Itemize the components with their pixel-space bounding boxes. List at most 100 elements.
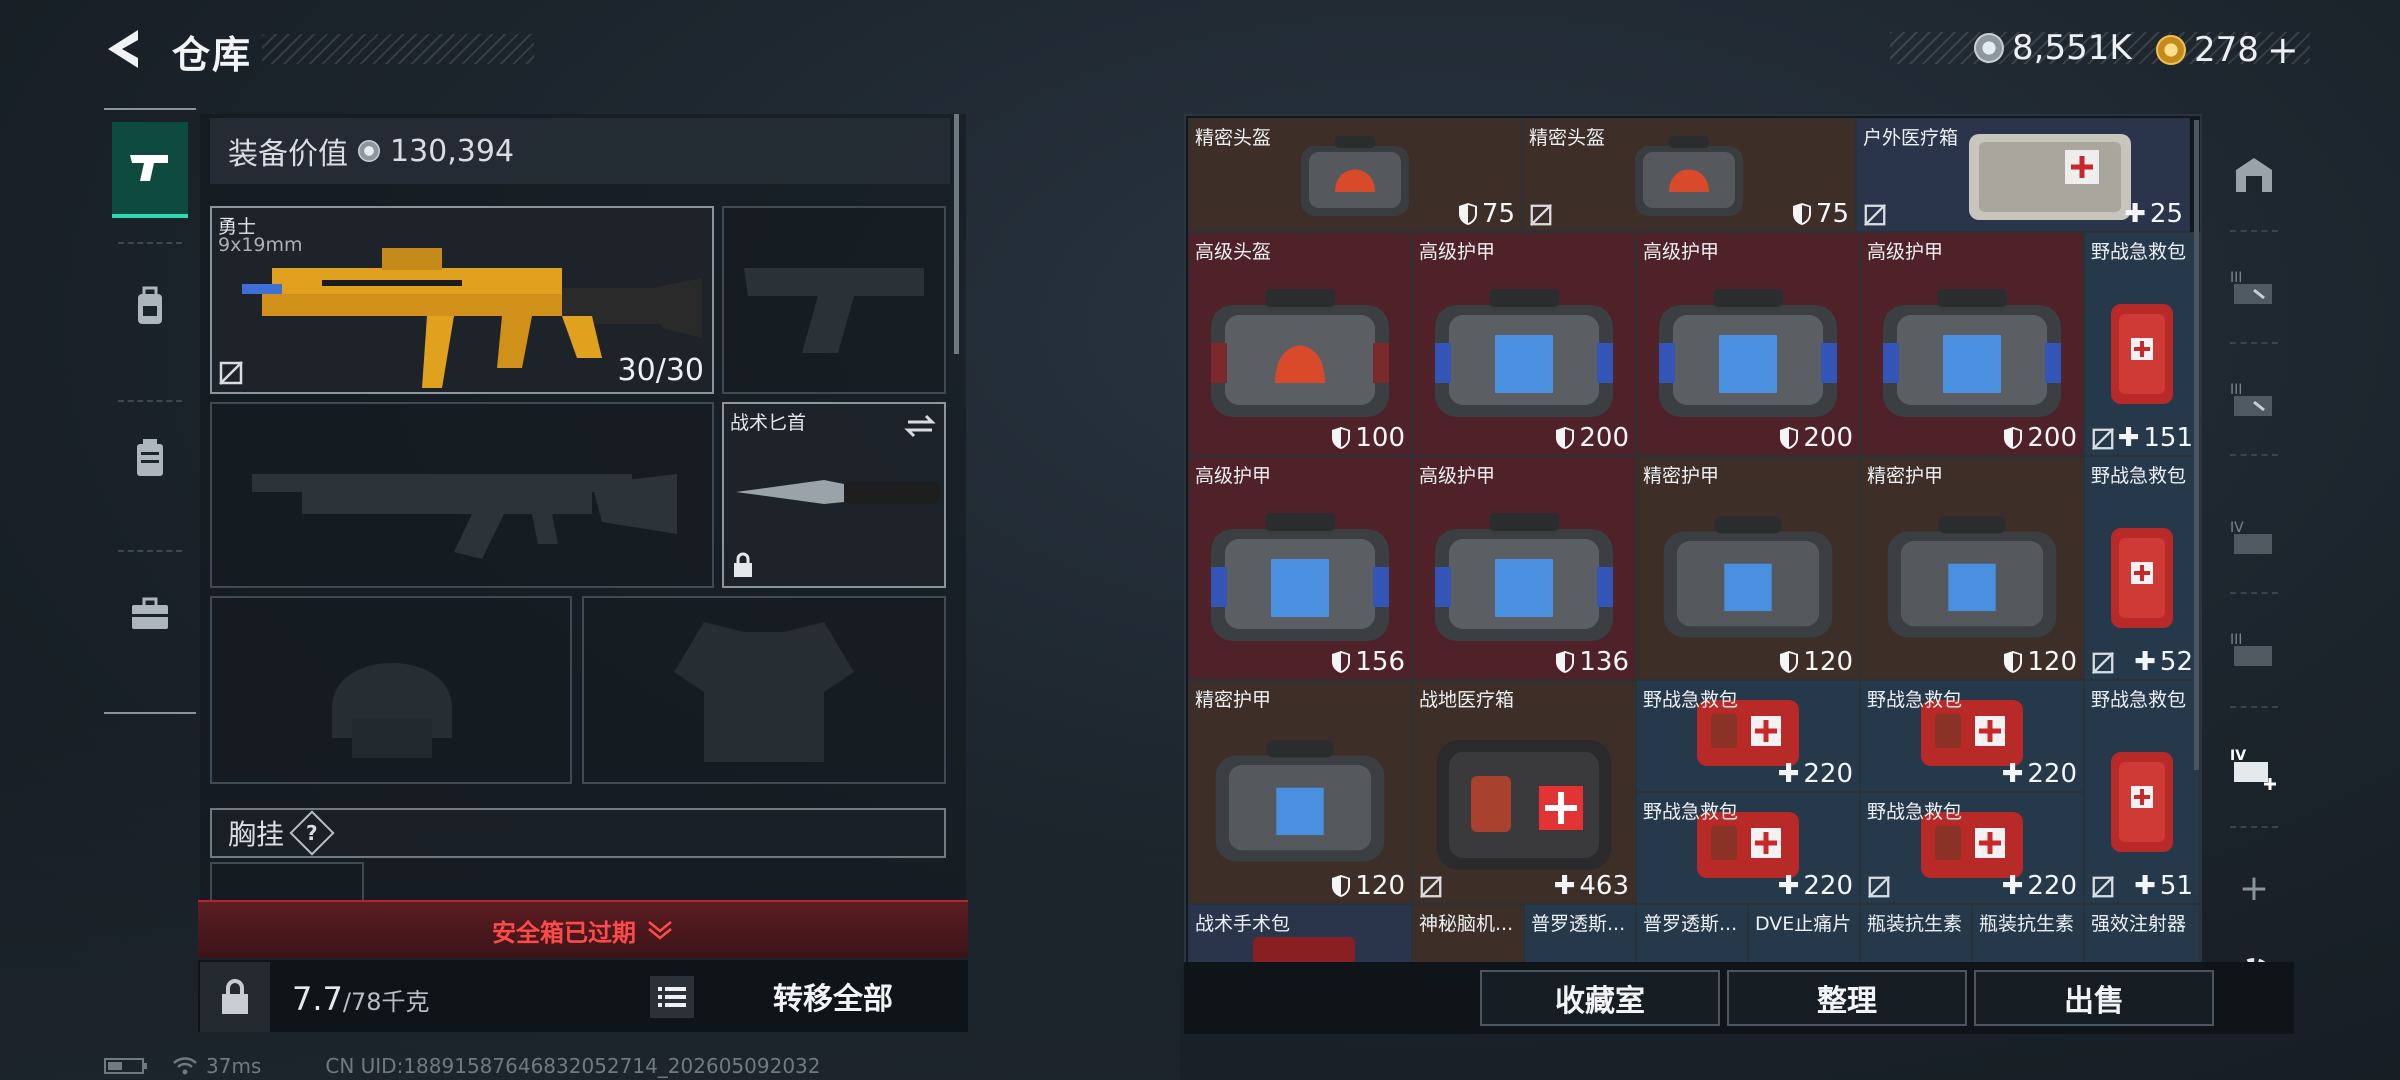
item-name: 普罗透斯...	[1643, 913, 1738, 935]
item-cell[interactable]: 高级护甲 200	[1412, 232, 1636, 456]
tab-backpack[interactable]	[112, 258, 188, 354]
armor-slot[interactable]	[582, 596, 946, 784]
primary-weapon-slot[interactable]: 勇士 9x19mm 30/30	[210, 206, 714, 394]
helmet-slot[interactable]	[210, 596, 572, 784]
melee-slot[interactable]: 战术匕首	[722, 402, 946, 588]
svg-text:III: III	[2230, 270, 2242, 286]
item-cell[interactable]: 高级头盔 100	[1188, 232, 1412, 456]
tab-weapons[interactable]	[112, 122, 188, 218]
item-cell[interactable]: 野战急救包 ✚ 220	[1636, 792, 1860, 904]
list-view-button[interactable]	[650, 976, 694, 1018]
chest-rig-row[interactable]: 胸挂 ?	[210, 808, 946, 858]
item-cell[interactable]: 战地医疗箱 ✚ 463	[1412, 680, 1636, 904]
item-cell[interactable]: 精密头盔 75	[1522, 118, 1856, 232]
secondary-weapon-slot[interactable]	[210, 402, 714, 588]
item-cell[interactable]: 野战急救包 ✚ 51	[2084, 680, 2200, 904]
helmet-bag-icon	[1301, 136, 1409, 217]
no-insure-icon	[2092, 428, 2114, 450]
item-durability: 200	[1555, 423, 1629, 453]
no-insure-icon	[1420, 876, 1442, 898]
item-name: 野战急救包	[1643, 689, 1739, 711]
swap-icon[interactable]	[904, 412, 936, 440]
sell-button[interactable]: 出售	[1974, 970, 2214, 1026]
item-cell[interactable]: 高级护甲 156	[1188, 456, 1412, 680]
svg-text:III: III	[2230, 632, 2242, 648]
item-name: 精密头盔	[1195, 127, 1272, 149]
item-cell[interactable]: 普罗透斯...	[1524, 904, 1636, 964]
pistol-slot[interactable]	[722, 206, 946, 394]
item-cell[interactable]: 神秘脑机...	[1412, 904, 1524, 964]
item-cell[interactable]: 瓶装抗生素	[1860, 904, 1972, 964]
item-durability: 120	[2003, 647, 2077, 677]
item-cell[interactable]: 瓶装抗生素	[1972, 904, 2084, 964]
item-cell[interactable]: 强效注射器	[2084, 904, 2200, 964]
equipment-value: 130,394	[390, 133, 515, 169]
plus-icon: ✚	[2001, 871, 2024, 901]
help-icon[interactable]: ?	[289, 810, 335, 856]
item-name: 高级护甲	[1419, 241, 1496, 263]
item-name: 普罗透斯...	[1531, 913, 1626, 935]
item-cell[interactable]: 战术手术包	[1188, 904, 1412, 964]
storage-box-iv-add-icon: IV	[2230, 748, 2276, 790]
item-cell[interactable]: 精密护甲 120	[1860, 456, 2084, 680]
tab-storage-4a[interactable]: IV	[2230, 514, 2278, 562]
equipment-scrollbar[interactable]	[954, 114, 959, 354]
user-uid: CN UID:18891587646832052714_202605092032	[325, 1054, 821, 1078]
item-cell[interactable]: 高级护甲 200	[1636, 232, 1860, 456]
item-name: 精密护甲	[1867, 465, 1944, 487]
tab-vest[interactable]	[112, 410, 188, 506]
item-cell[interactable]: 精密护甲 120	[1188, 680, 1412, 904]
item-cell[interactable]: 户外医疗箱 ✚ 25	[1856, 118, 2190, 232]
item-cell[interactable]: 高级护甲 136	[1412, 456, 1636, 680]
tab-storage-3a[interactable]: III	[2230, 264, 2278, 312]
tab-case[interactable]	[112, 566, 188, 662]
armor-bag-icon	[1435, 288, 1613, 417]
armor-bag-icon	[1215, 740, 1385, 862]
armor-bag-icon	[1883, 288, 2061, 417]
tab-all-storage[interactable]	[2230, 150, 2278, 198]
storage-scrollbar[interactable]	[2194, 120, 2199, 770]
add-currency-icon[interactable]: +	[2267, 28, 2299, 72]
tab-storage-3c[interactable]: III	[2230, 626, 2278, 674]
add-storage-button[interactable]: +	[2230, 864, 2278, 912]
storage-box-iii-icon: III	[2230, 382, 2272, 416]
move-all-button[interactable]: 转移全部	[722, 962, 944, 1030]
shield-icon	[1556, 427, 1575, 449]
tab-storage-4b-active[interactable]: IV	[2230, 744, 2278, 792]
item-uses: ✚ 463	[1553, 871, 1629, 901]
svg-text:IV: IV	[2230, 748, 2246, 764]
armor-bag-icon	[1435, 512, 1613, 641]
item-name: 高级护甲	[1867, 241, 1944, 263]
item-cell[interactable]: 精密护甲 120	[1636, 456, 1860, 680]
item-cell[interactable]: 精密头盔 75	[1188, 118, 1522, 232]
chest-rig-slot[interactable]	[210, 862, 364, 902]
item-name: 野战急救包	[2091, 465, 2187, 487]
shield-icon	[1780, 651, 1799, 673]
back-button[interactable]	[100, 24, 150, 74]
weight-lock-button[interactable]	[200, 962, 270, 1032]
currency-premium[interactable]: 278 +	[2156, 28, 2299, 72]
item-cell[interactable]: 野战急救包 ✚ 220	[1860, 680, 2084, 792]
tab-storage-3b[interactable]: III	[2230, 376, 2278, 424]
item-cell[interactable]: DVE止痛片	[1748, 904, 1860, 964]
helmet-bag-icon	[1635, 136, 1743, 217]
armor-bag-icon	[1887, 516, 2057, 638]
shield-icon	[1780, 427, 1799, 449]
item-cell[interactable]: 野战急救包 ✚ 220	[1636, 680, 1860, 792]
shield-icon	[1792, 203, 1811, 225]
item-cell[interactable]: 普罗透斯...	[1636, 904, 1748, 964]
svg-text:III: III	[2230, 382, 2242, 398]
no-insure-icon	[1530, 204, 1552, 226]
item-name: 高级头盔	[1195, 241, 1272, 263]
collection-room-button[interactable]: 收藏室	[1480, 970, 1720, 1026]
organize-button[interactable]: 整理	[1727, 970, 1967, 1026]
shield-icon	[1332, 651, 1351, 673]
item-cell[interactable]: 野战急救包 ✚ 220	[1860, 792, 2084, 904]
safe-box-expired-banner[interactable]: 安全箱已过期	[198, 900, 968, 958]
item-cell[interactable]: 野战急救包 ✚ 151	[2084, 232, 2200, 456]
item-cell[interactable]: 高级护甲 200	[1860, 232, 2084, 456]
item-name: 瓶装抗生素	[1867, 913, 1963, 935]
item-cell[interactable]: 野战急救包 ✚ 52	[2084, 456, 2200, 680]
carry-weight-max: /78千克	[342, 988, 430, 1016]
storage-box-iii-icon: III	[2230, 270, 2272, 304]
